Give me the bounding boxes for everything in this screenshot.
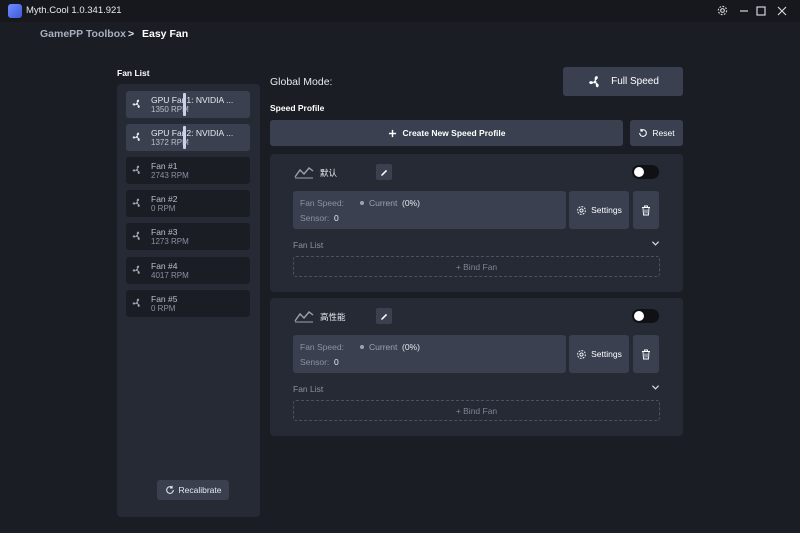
fan-icon — [132, 265, 140, 274]
profile-toggle[interactable] — [632, 165, 659, 179]
profile-card: 默认 Fan Speed: Current (0%) Sensor: 0 Set… — [270, 154, 683, 292]
profile-card: 高性能 Fan Speed: Current (0%) Sensor: 0 Se… — [270, 298, 683, 436]
selection-cursor — [183, 126, 186, 149]
fan-list-item[interactable]: Fan #1 2743 RPM — [126, 157, 250, 184]
app-logo-icon — [8, 4, 22, 18]
full-speed-label: Full Speed — [611, 76, 659, 87]
sensor-label: Sensor: — [300, 357, 330, 367]
refresh-icon — [639, 128, 648, 137]
fan-name: GPU Fan1: NVIDIA ... — [151, 95, 234, 105]
gear-icon — [577, 205, 586, 215]
fan-list-item[interactable]: Fan #2 0 RPM — [126, 190, 250, 217]
sensor-label: Sensor: — [300, 213, 330, 223]
fan-icon — [589, 75, 599, 87]
fan-icon — [132, 231, 140, 240]
refresh-icon — [165, 485, 174, 494]
chevron-down-icon[interactable] — [651, 383, 660, 392]
recalibrate-label: Recalibrate — [178, 485, 222, 495]
fan-icon — [132, 132, 140, 141]
bind-fan-button[interactable]: + Bind Fan — [293, 400, 660, 421]
fan-name: Fan #2 — [151, 194, 178, 204]
status-dot — [360, 345, 364, 349]
fan-list-item[interactable]: Fan #5 0 RPM — [126, 290, 250, 317]
gear-icon — [577, 349, 586, 359]
fan-name: Fan #1 — [151, 161, 178, 171]
fan-name: Fan #4 — [151, 261, 178, 271]
current-label: Current — [369, 342, 398, 352]
selection-cursor — [183, 93, 186, 116]
recalibrate-button[interactable]: Recalibrate — [157, 480, 229, 500]
app-title: Myth.Cool 1.0.341.921 — [26, 5, 122, 16]
fan-icon — [132, 198, 140, 207]
fan-list-item[interactable]: Fan #4 4017 RPM — [126, 257, 250, 284]
trash-icon — [642, 349, 650, 359]
current-value: (0%) — [402, 198, 420, 208]
close-icon[interactable] — [774, 3, 790, 19]
fan-icon — [132, 99, 140, 108]
fan-speed-box: Fan Speed: Current (0%) Sensor: 0 — [293, 191, 566, 229]
fan-rpm: 4017 RPM — [151, 271, 189, 280]
trash-icon — [642, 205, 650, 215]
current-value: (0%) — [402, 342, 420, 352]
curve-icon — [294, 311, 314, 323]
profile-name: 高性能 — [320, 312, 346, 322]
create-profile-button[interactable]: Create New Speed Profile — [270, 120, 623, 146]
breadcrumb-separator: > — [128, 28, 135, 40]
breadcrumb-parent[interactable]: GamePP Toolbox — [40, 28, 126, 40]
fan-list-item[interactable]: GPU Fan2: NVIDIA ... 1372 RPM — [126, 124, 250, 151]
fan-name: Fan #5 — [151, 294, 178, 304]
fan-rpm: 1273 RPM — [151, 237, 189, 246]
fan-speed-label: Fan Speed: — [300, 342, 344, 352]
pencil-icon — [380, 313, 387, 320]
profile-fan-list-label: Fan List — [293, 240, 324, 250]
bind-fan-label: + Bind Fan — [455, 261, 498, 272]
settings-button[interactable]: Settings — [569, 335, 629, 373]
fan-icon — [132, 298, 140, 307]
toggle-knob — [634, 311, 644, 321]
current-label: Current — [369, 198, 398, 208]
settings-label: Settings — [591, 205, 622, 215]
gear-icon[interactable] — [714, 3, 730, 19]
fan-speed-label: Fan Speed: — [300, 198, 344, 208]
fan-name: Fan #3 — [151, 227, 178, 237]
settings-button[interactable]: Settings — [569, 191, 629, 229]
edit-profile-button[interactable] — [376, 308, 392, 324]
delete-profile-button[interactable] — [633, 335, 659, 373]
profile-name: 默认 — [320, 168, 338, 178]
settings-label: Settings — [591, 349, 622, 359]
fan-icon — [132, 165, 140, 174]
sensor-value: 0 — [334, 357, 339, 367]
fan-rpm: 0 RPM — [151, 204, 176, 213]
status-dot — [360, 201, 364, 205]
plus-icon — [388, 129, 396, 137]
bind-fan-label: + Bind Fan — [455, 405, 498, 416]
speed-profile-title: Speed Profile — [270, 103, 325, 113]
delete-profile-button[interactable] — [633, 191, 659, 229]
edit-profile-button[interactable] — [376, 164, 392, 180]
fan-list-item[interactable]: GPU Fan1: NVIDIA ... 1350 RPM — [126, 91, 250, 118]
curve-icon — [294, 167, 314, 179]
minimize-icon[interactable] — [736, 3, 752, 19]
sensor-value: 0 — [334, 213, 339, 223]
profile-toggle[interactable] — [632, 309, 659, 323]
reset-button[interactable]: Reset — [630, 120, 683, 146]
fan-list-title: Fan List — [117, 68, 150, 78]
create-profile-label: Create New Speed Profile — [402, 128, 506, 138]
reset-label: Reset — [652, 128, 675, 138]
pencil-icon — [380, 169, 387, 176]
maximize-icon[interactable] — [753, 3, 769, 19]
full-speed-button[interactable]: Full Speed — [563, 67, 683, 96]
chevron-down-icon[interactable] — [651, 239, 660, 248]
global-mode-label: Global Mode: — [270, 76, 333, 88]
bind-fan-button[interactable]: + Bind Fan — [293, 256, 660, 277]
page-title: Easy Fan — [142, 28, 189, 40]
fan-name: GPU Fan2: NVIDIA ... — [151, 128, 234, 138]
toggle-knob — [634, 167, 644, 177]
fan-rpm: 0 RPM — [151, 304, 176, 313]
fan-list-item[interactable]: Fan #3 1273 RPM — [126, 223, 250, 250]
profile-fan-list-label: Fan List — [293, 384, 324, 394]
fan-speed-box: Fan Speed: Current (0%) Sensor: 0 — [293, 335, 566, 373]
fan-rpm: 2743 RPM — [151, 171, 189, 180]
